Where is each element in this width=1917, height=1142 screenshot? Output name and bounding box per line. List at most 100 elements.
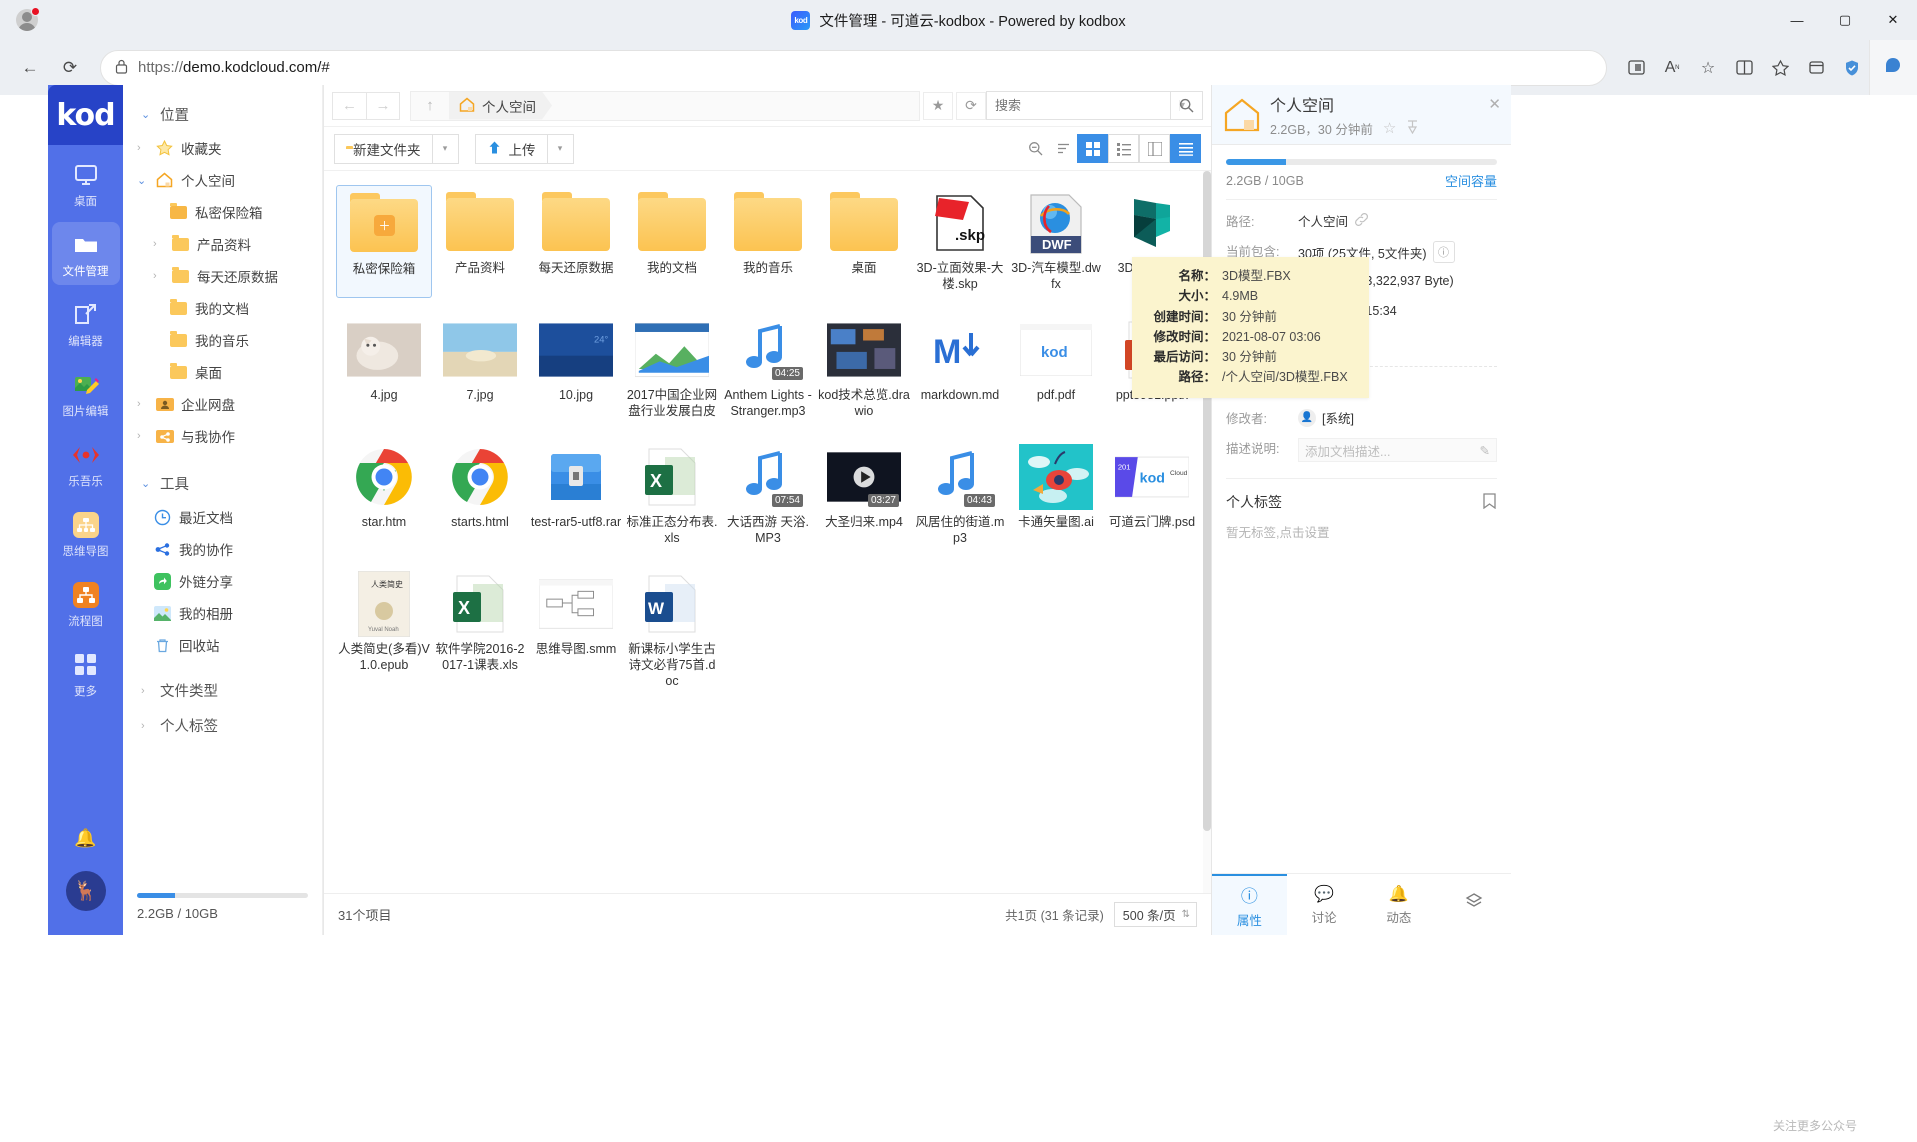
- file-item[interactable]: test-rar5-utf8.rar: [528, 439, 624, 552]
- copy-link-icon[interactable]: [1354, 212, 1369, 230]
- user-avatar[interactable]: 🦌: [65, 871, 106, 911]
- info-icon[interactable]: ⓘ: [1432, 241, 1455, 263]
- tag-add-icon[interactable]: [1482, 492, 1497, 512]
- rail-item-more[interactable]: 更多: [52, 642, 120, 705]
- breadcrumb-item-personal-space[interactable]: 个人空间: [449, 92, 552, 120]
- rail-item-flowchart[interactable]: 流程图: [52, 572, 120, 635]
- minimize-button[interactable]: —: [1773, 0, 1821, 40]
- tree-item-recent-docs[interactable]: 最近文档: [123, 501, 322, 533]
- grid-view-button[interactable]: [1077, 134, 1108, 163]
- read-aloud-icon[interactable]: Aᴺ: [1655, 51, 1689, 85]
- copilot-icon[interactable]: [1880, 50, 1908, 78]
- file-item[interactable]: 201 kod Cloud 可道云门牌.psd: [1104, 439, 1200, 552]
- file-item[interactable]: 04:43 风居住的街道.mp3: [912, 439, 1008, 552]
- tree-item-my-album[interactable]: 我的相册: [123, 597, 322, 629]
- tree-item-daily-restore[interactable]: › 每天还原数据: [123, 260, 322, 292]
- new-folder-dropdown[interactable]: ▾: [432, 133, 459, 164]
- favorite-star-icon[interactable]: ☆: [1383, 119, 1396, 137]
- maximize-button[interactable]: ▢: [1821, 0, 1869, 40]
- rail-item-editor[interactable]: 编辑器: [52, 292, 120, 355]
- file-item[interactable]: 产品资料: [432, 185, 528, 298]
- tree-item-my-collab[interactable]: 我的协作: [123, 533, 322, 565]
- tree-item-recycle-bin[interactable]: 回收站: [123, 629, 322, 661]
- description-input[interactable]: 添加文档描述... ✎: [1298, 438, 1497, 462]
- rail-item-image-editor[interactable]: 图片编辑: [52, 362, 120, 425]
- file-item[interactable]: 03:27 大圣归来.mp4: [816, 439, 912, 552]
- tab-layers[interactable]: [1436, 874, 1511, 935]
- file-item[interactable]: 7.jpg: [432, 312, 528, 425]
- file-item[interactable]: 思维导图.smm: [528, 566, 624, 695]
- space-capacity-link[interactable]: 空间容量: [1445, 171, 1497, 190]
- tree-item-my-docs[interactable]: 我的文档: [123, 292, 322, 324]
- rail-item-files[interactable]: 文件管理: [51, 222, 120, 285]
- tree-item-product-docs[interactable]: › 产品资料: [123, 228, 322, 260]
- tree-item-my-music[interactable]: 我的音乐: [123, 324, 322, 356]
- file-item[interactable]: 我的文档: [624, 185, 720, 298]
- tags-empty-text[interactable]: 暂无标签,点击设置: [1226, 522, 1497, 541]
- refresh-icon[interactable]: ⟳: [956, 91, 986, 120]
- tree-item-enterprise-disk[interactable]: › 企业网盘: [123, 388, 322, 420]
- file-item[interactable]: 卡通矢量图.ai: [1008, 439, 1104, 552]
- file-item[interactable]: .skp 3D-立面效果-大楼.skp: [912, 185, 1008, 298]
- file-item[interactable]: 每天还原数据: [528, 185, 624, 298]
- close-button[interactable]: ✕: [1869, 0, 1917, 40]
- tab-activity[interactable]: 🔔 动态: [1362, 874, 1437, 935]
- tree-item-external-share[interactable]: 外链分享: [123, 565, 322, 597]
- tree-group-tools[interactable]: ⌄ 工具: [123, 466, 322, 501]
- search-box[interactable]: ▾: [986, 91, 1185, 120]
- search-icon[interactable]: [1171, 91, 1203, 120]
- file-item[interactable]: kod pdf.pdf: [1008, 312, 1104, 425]
- file-item[interactable]: 桌面: [816, 185, 912, 298]
- tree-item-secure-box[interactable]: 私密保险箱: [123, 196, 322, 228]
- file-item[interactable]: 07:54 大话西游 天浴.MP3: [720, 439, 816, 552]
- file-item[interactable]: ＋ 私密保险箱: [336, 185, 432, 298]
- tree-item-desktop[interactable]: 桌面: [123, 356, 322, 388]
- tree-group-filetype[interactable]: › 文件类型: [123, 673, 322, 708]
- tree-group-location[interactable]: ⌄ 位置: [123, 97, 322, 132]
- search-input[interactable]: [987, 98, 1179, 113]
- file-item[interactable]: star.htm: [336, 439, 432, 552]
- close-icon[interactable]: ✕: [1488, 95, 1501, 113]
- reload-icon[interactable]: ⟳: [52, 50, 88, 86]
- upload-dropdown[interactable]: ▾: [547, 133, 574, 164]
- detail-view-button[interactable]: [1170, 134, 1201, 163]
- app-logo[interactable]: kod: [48, 85, 123, 145]
- split-view-button[interactable]: [1139, 134, 1170, 163]
- page-size-select[interactable]: 500 条/页 ⇅: [1113, 902, 1197, 927]
- back-icon[interactable]: ←: [12, 50, 48, 86]
- upload-button[interactable]: 上传: [474, 133, 548, 164]
- sort-icon[interactable]: [1049, 135, 1077, 163]
- list-view-button[interactable]: [1108, 134, 1139, 163]
- rail-item-lewule[interactable]: 乐吾乐: [52, 432, 120, 495]
- file-item[interactable]: X 软件学院2016-2017-1课表.xls: [432, 566, 528, 695]
- favorite-star-icon[interactable]: ☆: [1691, 51, 1725, 85]
- file-item[interactable]: W 新课标小学生古诗文必背75首.doc: [624, 566, 720, 695]
- address-bar[interactable]: https://demo.kodcloud.com/#: [100, 49, 1607, 86]
- thumb-size-icon[interactable]: [1021, 135, 1049, 163]
- pin-icon[interactable]: [1406, 119, 1419, 137]
- file-grid-area[interactable]: ＋ 私密保险箱 产品资料 每天还原数据 我的文档 我的音乐 桌面 .skp 3D…: [324, 171, 1211, 893]
- rail-item-desktop[interactable]: 桌面: [52, 152, 120, 215]
- bell-icon[interactable]: 🔔: [74, 828, 96, 849]
- collections-icon[interactable]: [1763, 51, 1797, 85]
- tree-item-favorites[interactable]: › 收藏夹: [123, 132, 322, 164]
- tree-item-shared-with-me[interactable]: › 与我协作: [123, 420, 322, 452]
- file-item[interactable]: DWF 3D-汽车模型.dwfx: [1008, 185, 1104, 298]
- favorite-star-icon[interactable]: ★: [923, 91, 953, 120]
- file-item[interactable]: 人类简史 Yuval Noah 人类简史(多看)V1.0.epub: [336, 566, 432, 695]
- pencil-icon[interactable]: ✎: [1480, 443, 1490, 458]
- nav-up-button[interactable]: ↑: [411, 92, 449, 120]
- split-screen-icon[interactable]: [1619, 51, 1653, 85]
- nav-back-button[interactable]: ←: [332, 91, 366, 120]
- file-item[interactable]: 我的音乐: [720, 185, 816, 298]
- file-item[interactable]: starts.html: [432, 439, 528, 552]
- tab-properties[interactable]: ⓘ 属性: [1212, 874, 1287, 935]
- file-item[interactable]: 24° 10.jpg: [528, 312, 624, 425]
- nav-forward-button[interactable]: →: [366, 91, 400, 120]
- tab-discussion[interactable]: 💬 讨论: [1287, 874, 1362, 935]
- file-item[interactable]: 2017中国企业网盘行业发展白皮: [624, 312, 720, 425]
- new-folder-button[interactable]: 新建文件夹: [334, 133, 433, 164]
- file-item[interactable]: 04:25 Anthem Lights - Stranger.mp3: [720, 312, 816, 425]
- tree-group-personal-tags[interactable]: › 个人标签: [123, 708, 322, 743]
- file-item[interactable]: M markdown.md: [912, 312, 1008, 425]
